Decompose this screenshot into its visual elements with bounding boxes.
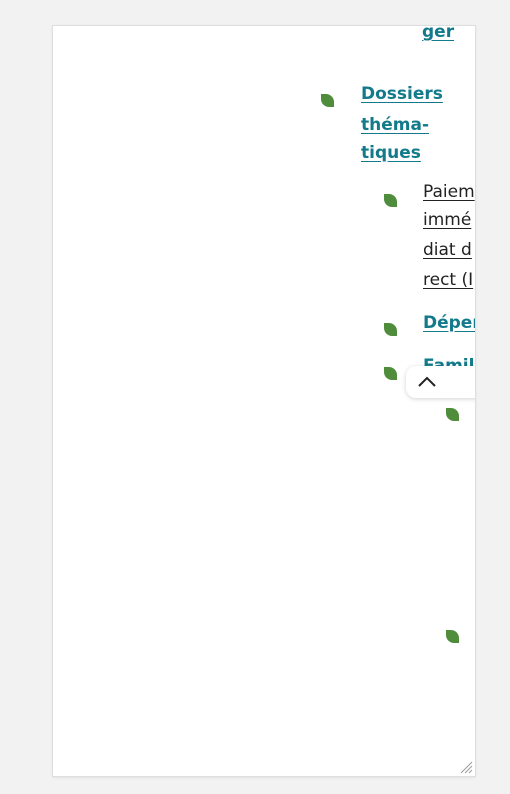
nav-link-line: immé (423, 210, 472, 230)
nav-link-line: rect (I (423, 270, 474, 290)
content-panel: ger Dossiers théma- tiques Paiem immé di… (53, 26, 475, 776)
nav-link-line: Paiem (423, 182, 475, 202)
resize-grip-icon[interactable] (459, 760, 473, 774)
nav-link-line: tiques (361, 143, 421, 163)
bullet-leaf-icon (384, 194, 397, 207)
chevron-up-icon (418, 376, 436, 387)
nav-link-line: Dossiers (361, 84, 443, 104)
bullet-leaf-icon (446, 630, 459, 643)
nav-link-dependance[interactable]: Déper (423, 311, 475, 336)
nav-link-line: théma- (361, 115, 429, 135)
bullet-leaf-icon (384, 323, 397, 336)
bullet-leaf-icon (446, 408, 459, 421)
scroll-to-top-button[interactable] (406, 366, 475, 398)
bullet-leaf-icon (321, 94, 334, 107)
bullet-leaf-icon (384, 367, 397, 380)
nav-link-line: diat d (423, 240, 472, 260)
nav-link-top-fragment[interactable]: ger (422, 26, 454, 45)
